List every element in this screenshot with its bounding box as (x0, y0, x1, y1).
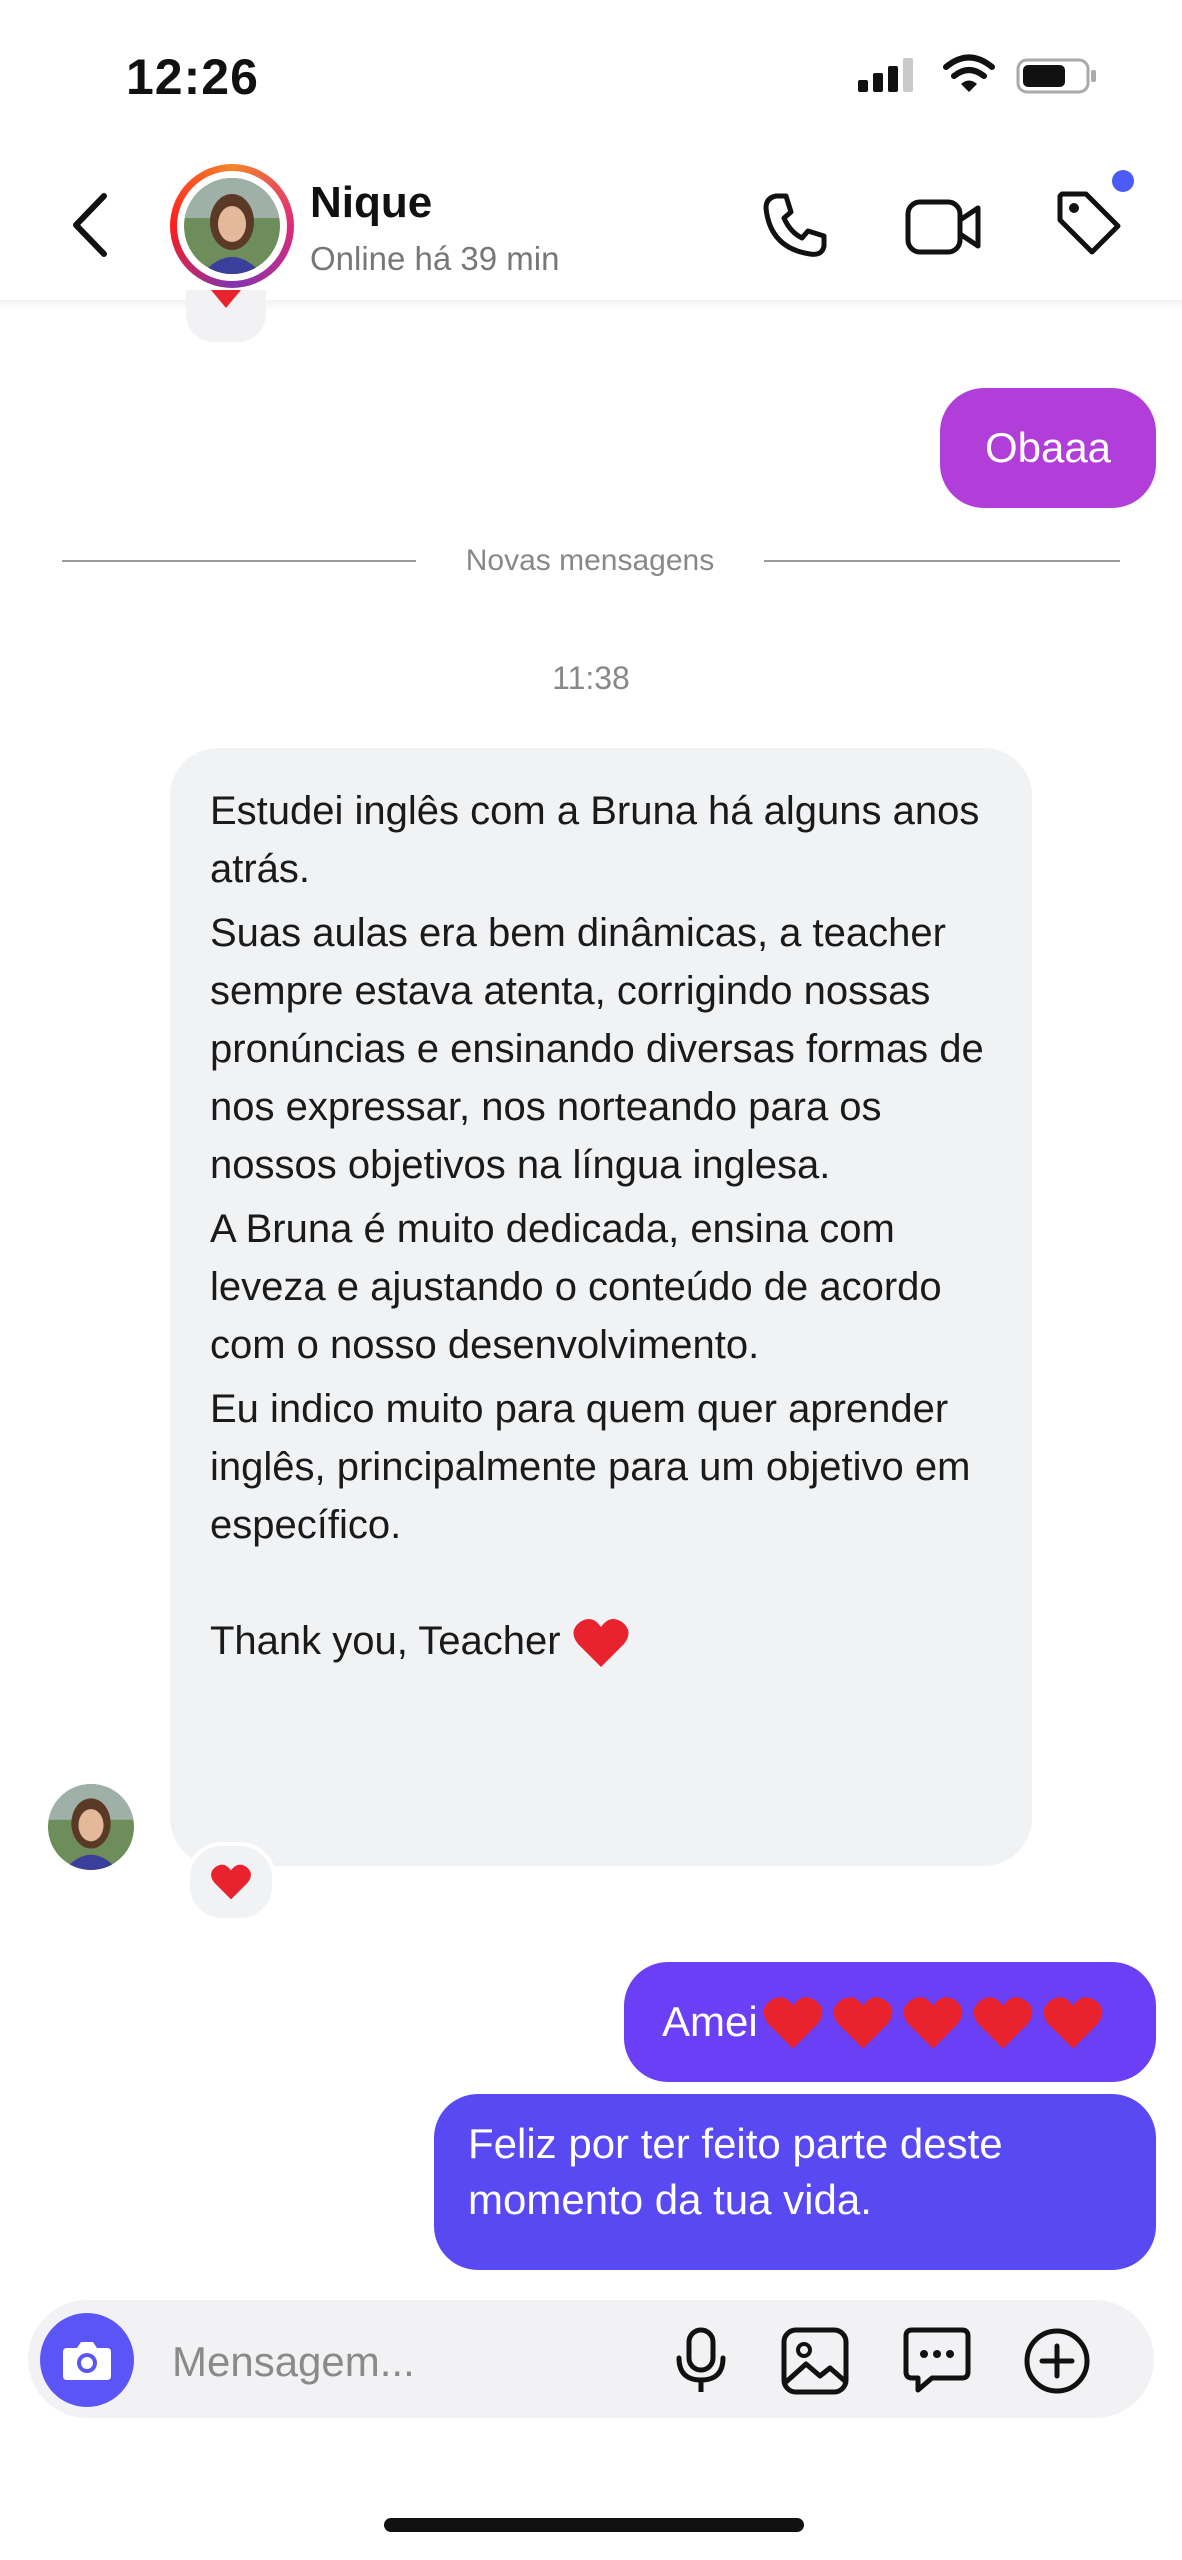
contact-avatar[interactable] (170, 164, 294, 288)
microphone-icon[interactable] (670, 2326, 732, 2401)
signal-icon (858, 58, 920, 97)
message-text: Obaaa (984, 424, 1112, 471)
phone-call-icon[interactable] (760, 190, 830, 265)
heart-icon (211, 1864, 251, 1900)
message-text: Feliz por ter feito parte deste momento … (468, 2120, 1003, 2223)
message-text: Amei (662, 1998, 758, 2045)
sender-avatar[interactable] (48, 1784, 134, 1870)
heart-icon (1043, 1997, 1103, 2050)
message-timestamp: 11:38 (552, 660, 630, 696)
message-input[interactable] (170, 2326, 674, 2398)
outgoing-message-bubble[interactable]: Amei (624, 1962, 1156, 2082)
chat-bubble-icon[interactable] (902, 2326, 972, 2401)
hearts-group (758, 1993, 1104, 2052)
separator-line (764, 560, 1120, 562)
new-messages-label: Novas mensagens (465, 544, 715, 577)
message-paragraph: Estudei inglês com a Bruna há alguns ano… (210, 789, 980, 891)
message-paragraph: A Bruna é muito dedicada, ensina com lev… (210, 1207, 942, 1367)
notification-dot (1112, 170, 1134, 192)
heart-icon (573, 1619, 629, 1668)
previous-message-reaction[interactable] (186, 290, 266, 342)
message-paragraph: Suas aulas era bem dinâmicas, a teacher … (210, 911, 984, 1187)
message-paragraph: Eu indico muito para quem quer aprender … (210, 1387, 971, 1547)
back-arrow-icon[interactable] (70, 192, 110, 263)
contact-name[interactable]: Nique (310, 178, 432, 228)
outgoing-message-bubble[interactable]: Feliz por ter feito parte deste momento … (434, 2094, 1156, 2270)
contact-status: Online há 39 min (310, 240, 560, 277)
heart-icon (973, 1997, 1033, 2050)
message-closing-line: Thank you, Teacher (210, 1612, 992, 1670)
message-closing-text: Thank you, Teacher (210, 1619, 561, 1663)
heart-icon (211, 290, 241, 308)
gallery-icon[interactable] (780, 2326, 850, 2401)
camera-icon (63, 2342, 111, 2380)
battery-icon (1016, 58, 1100, 99)
header-divider (0, 300, 1182, 310)
separator-line (62, 560, 416, 562)
message-reaction[interactable] (186, 1842, 276, 1922)
heart-icon (763, 1997, 823, 2050)
plus-circle-icon[interactable] (1022, 2326, 1092, 2401)
tag-icon[interactable] (1052, 186, 1126, 265)
heart-icon (903, 1997, 963, 2050)
video-call-icon[interactable] (904, 194, 984, 265)
status-time: 12:26 (126, 49, 259, 105)
heart-icon (833, 1997, 893, 2050)
wifi-icon (942, 54, 996, 99)
incoming-message-bubble[interactable]: Estudei inglês com a Bruna há alguns ano… (170, 748, 1032, 1866)
home-indicator (384, 2518, 804, 2532)
camera-button[interactable] (40, 2313, 134, 2407)
outgoing-message-bubble[interactable]: Obaaa (940, 388, 1156, 508)
